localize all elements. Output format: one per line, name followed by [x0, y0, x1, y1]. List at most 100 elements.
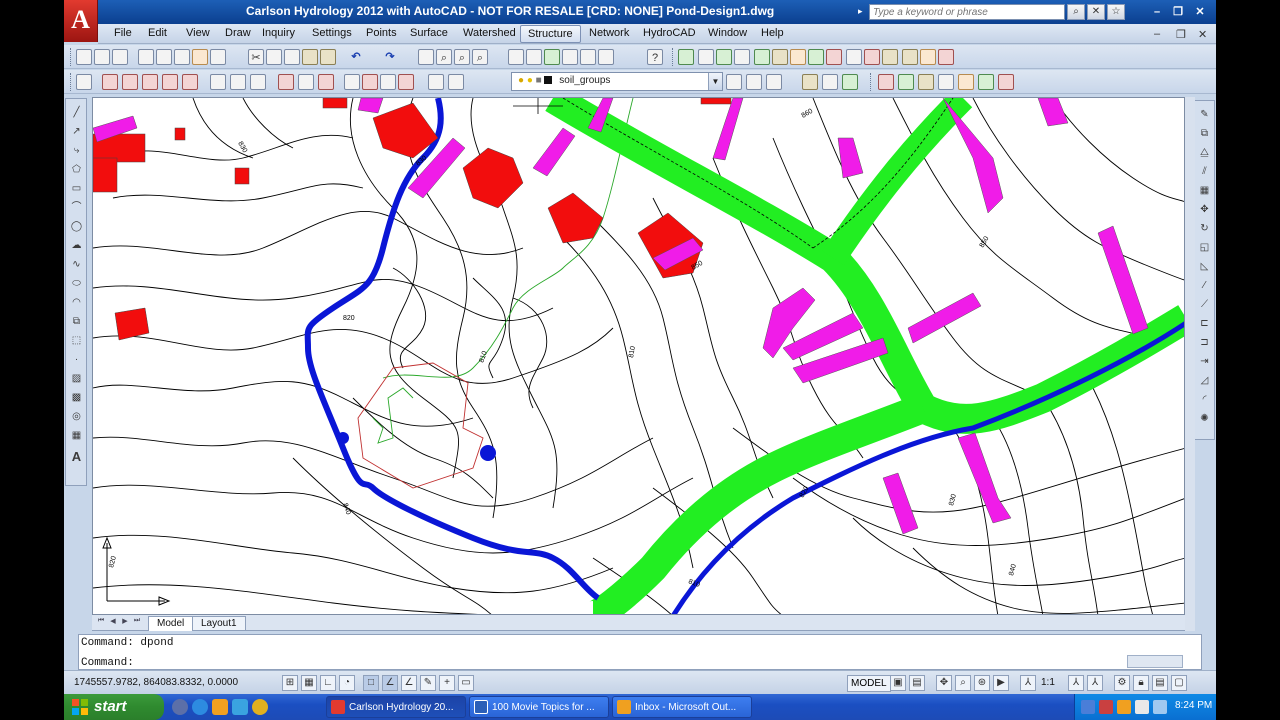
polygon-icon[interactable]: ⬠	[69, 162, 84, 177]
copy-icon[interactable]	[266, 49, 282, 65]
layer-states-icon[interactable]	[766, 74, 782, 90]
workspace-switching-icon[interactable]: ⚙	[1114, 675, 1130, 691]
coordinate-readout[interactable]: 1745557.9782, 864083.8332, 0.0000	[74, 677, 238, 688]
quick-view-layouts-icon[interactable]: ▣	[890, 675, 906, 691]
close-icon[interactable]: ✕	[1192, 5, 1208, 19]
vertical-scrollbar[interactable]	[1185, 97, 1195, 631]
edit-tool-2-icon[interactable]	[822, 74, 838, 90]
make-block-icon[interactable]: ⬚	[69, 333, 84, 348]
chevron-down-icon[interactable]: ▼	[708, 73, 722, 90]
layer-manager-icon[interactable]	[76, 74, 92, 90]
trim-icon[interactable]: ⁄	[1197, 278, 1212, 293]
doc-minimize-icon[interactable]: –	[1154, 28, 1160, 40]
render-tool-6-icon[interactable]	[978, 74, 994, 90]
annotation-scale-icon[interactable]: ⅄	[1020, 675, 1036, 691]
chamfer-icon[interactable]: ◿	[1197, 373, 1212, 388]
annot-tool-3-icon[interactable]	[318, 74, 334, 90]
doc-restore-icon[interactable]: ❐	[1176, 28, 1186, 41]
scale-icon[interactable]: ◱	[1197, 240, 1212, 255]
search-icon[interactable]: ⌕	[1067, 4, 1085, 20]
rotate-icon[interactable]: ↻	[1197, 221, 1212, 236]
rectangle-icon[interactable]: ▭	[69, 181, 84, 196]
tray-expand-icon[interactable]	[1081, 700, 1095, 714]
markup-icon[interactable]	[580, 49, 596, 65]
site-plan[interactable]: 830 820 810 840 830 820 810 850 860 850 …	[93, 98, 1185, 615]
cut-icon[interactable]: ✂	[248, 49, 264, 65]
zoom-icon[interactable]: ⌕	[955, 675, 971, 691]
stretch-icon[interactable]: ◺	[1197, 259, 1212, 274]
print-icon[interactable]	[138, 49, 154, 65]
model-space-button[interactable]: MODEL	[847, 675, 891, 692]
hydro-tool-15-icon[interactable]	[938, 49, 954, 65]
menu-watershed[interactable]: Watershed	[463, 27, 516, 39]
render-tool-4-icon[interactable]	[938, 74, 954, 90]
restore-icon[interactable]: ❐	[1170, 5, 1186, 19]
point-icon[interactable]: ·	[69, 352, 84, 367]
object-snap-tracking-icon[interactable]: ∠	[382, 675, 398, 691]
menu-edit[interactable]: Edit	[148, 27, 167, 39]
hydro-tool-3-icon[interactable]	[716, 49, 732, 65]
block-tool-2-icon[interactable]	[122, 74, 138, 90]
hydro-tool-10-icon[interactable]	[846, 49, 862, 65]
tray-network-icon[interactable]	[1135, 700, 1149, 714]
draw-order-2-icon[interactable]	[230, 74, 246, 90]
render-tool-3-icon[interactable]	[918, 74, 934, 90]
first-tab-icon[interactable]: ⏮	[96, 617, 106, 629]
undo-icon[interactable]: ↶	[348, 49, 364, 65]
explode-icon[interactable]: ✺	[1197, 411, 1212, 426]
clean-screen-icon[interactable]: ▢	[1171, 675, 1187, 691]
steeringwheel-icon[interactable]: ⊛	[974, 675, 990, 691]
ellipse-icon[interactable]: ⬭	[69, 276, 84, 291]
tab-model[interactable]: Model	[148, 616, 194, 631]
break-at-point-icon[interactable]: ⊏	[1197, 316, 1212, 331]
menu-settings[interactable]: Settings	[312, 27, 352, 39]
tray-volume-icon[interactable]	[1153, 700, 1167, 714]
move-icon[interactable]: ✥	[1197, 202, 1212, 217]
drawing-canvas[interactable]: 830 820 810 840 830 820 810 850 860 850 …	[92, 97, 1185, 615]
paste-icon[interactable]	[284, 49, 300, 65]
polar-tracking-icon[interactable]: ◔	[339, 675, 355, 691]
command-prompt[interactable]: Command:	[81, 657, 134, 669]
task-word-document[interactable]: 100 Movie Topics for ...	[469, 696, 609, 718]
outlook-icon[interactable]	[212, 699, 228, 715]
fillet-icon[interactable]: ◜	[1197, 392, 1212, 407]
design-center-icon[interactable]	[526, 49, 542, 65]
task-carlson-hydrology[interactable]: Carlson Hydrology 20...	[326, 696, 466, 718]
block-tool-3-icon[interactable]	[142, 74, 158, 90]
hydro-tool-4-icon[interactable]	[734, 49, 750, 65]
annot-tool-6-icon[interactable]	[380, 74, 396, 90]
edit-tool-3-icon[interactable]	[842, 74, 858, 90]
help-icon[interactable]: ?	[647, 49, 663, 65]
3d-dwf-icon[interactable]	[192, 49, 208, 65]
command-line[interactable]: Command: dpond Command:	[78, 634, 1202, 670]
make-current-layer-icon[interactable]	[726, 74, 742, 90]
next-tab-icon[interactable]: ▶	[120, 617, 130, 629]
layer-tool-icon[interactable]	[448, 74, 464, 90]
snap-mode-icon[interactable]: ⊞	[282, 675, 298, 691]
minimize-icon[interactable]: –	[1149, 5, 1165, 19]
dynamic-input-icon[interactable]: ✎	[420, 675, 436, 691]
menu-network[interactable]: Network	[589, 27, 629, 39]
hydro-tool-12-icon[interactable]	[882, 49, 898, 65]
menu-file[interactable]: File	[114, 27, 132, 39]
break-icon[interactable]: ⊐	[1197, 335, 1212, 350]
zoom-previous-icon[interactable]: ⌕	[472, 49, 488, 65]
render-tool-5-icon[interactable]	[958, 74, 974, 90]
quick-view-drawings-icon[interactable]: ▤	[909, 675, 925, 691]
tool-palettes-icon[interactable]	[544, 49, 560, 65]
task-outlook-inbox[interactable]: Inbox - Microsoft Out...	[612, 696, 752, 718]
auto-scale-icon[interactable]: ⅄	[1087, 675, 1103, 691]
multiline-text-icon[interactable]: A	[69, 449, 84, 464]
previous-tab-icon[interactable]: ◀	[108, 617, 118, 629]
favorites-star-icon[interactable]: ☆	[1107, 4, 1125, 20]
quickcalc-icon[interactable]	[598, 49, 614, 65]
menu-hydrocad[interactable]: HydroCAD	[643, 27, 696, 39]
zoom-window-icon[interactable]: ⌕	[454, 49, 470, 65]
block-tool-1-icon[interactable]	[102, 74, 118, 90]
tray-outlook-icon[interactable]	[1117, 700, 1131, 714]
pan-icon[interactable]	[418, 49, 434, 65]
redo-icon[interactable]: ↷	[382, 49, 398, 65]
zoom-realtime-icon[interactable]: ⌕	[436, 49, 452, 65]
desktop-icon[interactable]	[232, 699, 248, 715]
mirror-icon[interactable]: ⧋	[1197, 145, 1212, 160]
